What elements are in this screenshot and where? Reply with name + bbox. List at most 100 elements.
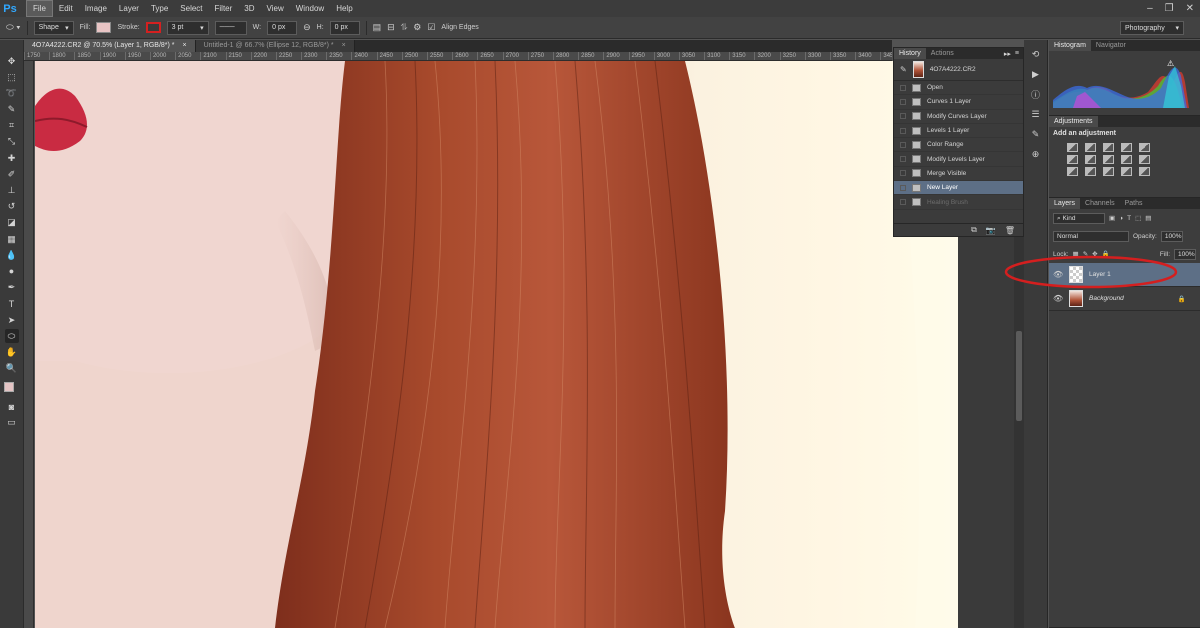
move-tool-icon[interactable]: ✥ [5,54,19,68]
width-field[interactable]: 0 px [267,20,298,35]
new-document-from-state-icon[interactable]: ⧉ [971,225,977,235]
black-white-icon[interactable] [1103,155,1114,164]
history-state[interactable]: Modify Levels Layer [894,152,1023,167]
history-source-box[interactable] [900,156,906,163]
history-state[interactable]: Open [894,81,1023,96]
stroke-swatch[interactable] [145,22,161,33]
path-arrangement-icon[interactable]: ⥮ [401,22,408,33]
history-brush-tool-icon[interactable]: ↺ [5,200,19,214]
panel-menu-icon[interactable]: ≡ [1015,50,1019,57]
eye-icon[interactable]: 👁 [1053,294,1063,303]
healing-brush-tool-icon[interactable]: ✚ [5,151,19,165]
align-edges-checkbox[interactable]: ☑ [427,22,435,33]
type-tool-icon[interactable]: T [5,297,19,311]
camera-icon[interactable]: 📷 [986,226,996,235]
history-source-box[interactable] [900,170,906,177]
blur-tool-icon[interactable]: 💧 [5,248,19,262]
history-source-box[interactable] [900,84,906,91]
eyedropper-tool-icon[interactable]: ⤡ [5,135,19,149]
ellipse-tool-icon[interactable]: ⬭ [4,329,19,344]
actions-panel-icon[interactable]: ▶ [1029,68,1043,80]
properties-panel-icon[interactable]: ☰ [1029,108,1043,120]
ellipse-tool-preset-icon[interactable]: ⬭ ▾ [6,22,21,33]
clone-stamp-tool-icon[interactable]: ⊥ [5,184,19,198]
menu-file[interactable]: File [26,0,53,17]
document-canvas[interactable] [35,61,958,628]
history-brush-source-icon[interactable]: ✎ [900,65,907,74]
gradient-tool-icon[interactable]: ▦ [5,232,19,246]
shape-filter-icon[interactable]: ⬚ [1135,214,1141,222]
tab-layers[interactable]: Layers [1049,198,1081,209]
history-state[interactable]: New Layer [894,181,1023,196]
tab-adjustments[interactable]: Adjustments [1049,116,1098,127]
gear-icon[interactable]: ⚙ [413,22,421,33]
restore-button[interactable]: ❐ [1165,3,1174,14]
foreground-color[interactable] [3,381,14,392]
pen-tool-icon[interactable]: ✒ [5,281,19,295]
screen-mode-icon[interactable]: ▭ [5,416,19,430]
curves-icon[interactable] [1103,143,1114,152]
menu-image[interactable]: Image [79,0,113,17]
menu-select[interactable]: Select [174,0,208,17]
history-source-box[interactable] [900,141,906,148]
crop-tool-icon[interactable]: ⌗ [5,119,19,133]
history-source-box[interactable] [900,113,906,120]
path-alignment-icon[interactable]: ⊟ [387,22,395,33]
clone-source-icon[interactable]: ⊕ [1029,148,1043,160]
quick-mask-icon[interactable]: ◙ [5,400,19,414]
color-balance-icon[interactable] [1085,155,1096,164]
trash-icon[interactable]: 🗑 [1005,226,1015,235]
menu-type[interactable]: Type [145,0,174,17]
history-source-box[interactable] [900,199,906,206]
threshold-icon[interactable] [1103,167,1114,176]
channel-mixer-icon[interactable] [1139,155,1150,164]
history-source-box[interactable] [900,184,906,191]
stroke-width-field[interactable]: 3 pt ▾ [166,20,209,35]
path-selection-tool-icon[interactable]: ➤ [5,313,19,327]
info-panel-icon[interactable]: ⓘ [1029,88,1043,100]
layer-row-background[interactable]: 👁 Background 🔒 [1049,287,1200,311]
posterize-icon[interactable] [1085,167,1096,176]
tab-histogram[interactable]: Histogram [1049,40,1091,51]
history-snapshot[interactable]: ✎ 4O7A4222.CR2 [894,59,1023,81]
menu-layer[interactable]: Layer [113,0,145,17]
collapse-icon[interactable]: ▸▸ [1004,50,1011,58]
marquee-tool-icon[interactable]: ⬚ [5,70,19,84]
menu-filter[interactable]: Filter [209,0,239,17]
tab-channels[interactable]: Channels [1080,198,1120,209]
history-state[interactable]: Modify Curves Layer [894,110,1023,124]
history-source-box[interactable] [900,98,906,105]
lasso-tool-icon[interactable]: ➰ [5,86,19,100]
hand-tool-icon[interactable]: ✋ [5,345,19,359]
zoom-tool-icon[interactable]: 🔍 [5,362,19,376]
mode-select[interactable]: Shape ▾ [33,20,74,35]
eraser-tool-icon[interactable]: ◪ [5,216,19,230]
close-button[interactable]: ✕ [1186,3,1194,14]
height-field[interactable]: 0 px [329,20,360,35]
tab-navigator[interactable]: Navigator [1091,40,1131,51]
type-filter-icon[interactable]: T [1127,215,1131,222]
menu-3d[interactable]: 3D [238,0,260,17]
menu-view[interactable]: View [261,0,290,17]
fill-swatch[interactable] [96,22,112,33]
menu-edit[interactable]: Edit [53,0,79,17]
exposure-icon[interactable] [1121,143,1132,152]
tab-paths[interactable]: Paths [1120,198,1148,209]
opacity-field[interactable]: 100% [1160,230,1183,242]
tab-history[interactable]: History [894,48,926,59]
scrollbar-thumb[interactable] [1016,331,1022,421]
history-state[interactable]: Levels 1 Layer [894,124,1023,139]
hue-saturation-icon[interactable] [1067,155,1078,164]
tab-document-1[interactable]: 4O7A4222.CR2 @ 70.5% (Layer 1, RGB/8*) *… [24,40,196,52]
tab-document-2[interactable]: Untitled-1 @ 66.7% (Ellipse 12, RGB/8*) … [195,40,355,52]
history-state[interactable]: Healing Brush [894,195,1023,210]
history-state[interactable]: Merge Visible [894,167,1023,182]
menu-help[interactable]: Help [330,0,358,17]
selective-color-icon[interactable] [1121,167,1132,176]
invert-icon[interactable] [1067,167,1078,176]
kind-filter-select[interactable]: ⌕ Kind [1053,212,1105,224]
workspace-select[interactable]: Photography ▾ [1120,21,1184,35]
menu-window[interactable]: Window [290,0,330,17]
history-state[interactable]: Curves 1 Layer [894,95,1023,110]
brush-panel-icon[interactable]: ✎ [1029,128,1043,140]
